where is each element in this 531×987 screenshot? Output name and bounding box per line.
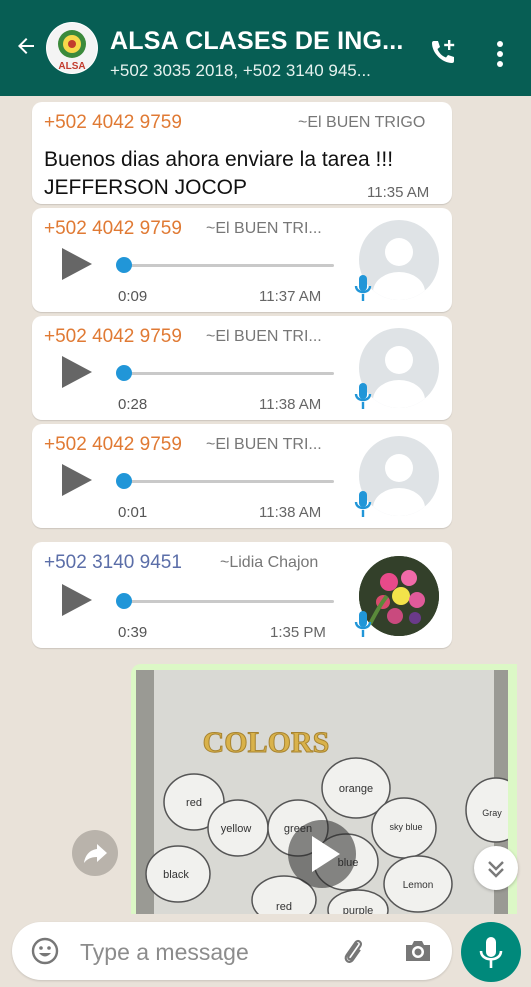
voice-record-button[interactable]	[461, 922, 521, 982]
voice-message[interactable]: +502 4042 9759 ~El BUEN TRI... 0:09 11:3…	[32, 208, 452, 312]
emoji-icon[interactable]	[30, 936, 60, 966]
mic-icon	[354, 275, 372, 301]
svg-text:sky blue: sky blue	[389, 822, 422, 832]
text-message[interactable]: +502 4042 9759 ~El BUEN TRIGO Buenos dia…	[32, 102, 452, 204]
video-thumbnail[interactable]: COLORS red yellow green orange sky blue	[136, 670, 508, 914]
sender-number[interactable]: +502 4042 9759	[44, 218, 182, 240]
svg-text:yellow: yellow	[221, 823, 252, 835]
chat-header: ALSA ALSA CLASES DE ING... +502 3035 201…	[0, 0, 531, 96]
play-icon[interactable]	[62, 464, 92, 496]
play-icon[interactable]	[62, 356, 92, 388]
message-time: 1:35 PM	[270, 624, 326, 641]
back-arrow-icon[interactable]	[14, 34, 38, 58]
voice-progress-knob[interactable]	[116, 593, 132, 609]
mic-icon	[354, 611, 372, 637]
mic-icon	[479, 937, 503, 968]
avatar-logo-text: ALSA	[58, 61, 85, 72]
svg-text:Gray: Gray	[482, 808, 502, 818]
message-text: Buenos dias ahora enviare la tarea !!! J…	[44, 148, 394, 199]
sender-number[interactable]: +502 3140 9451	[44, 552, 182, 574]
forward-icon[interactable]	[72, 830, 118, 876]
mic-icon	[354, 383, 372, 409]
chat-title[interactable]: ALSA CLASES DE ING...	[110, 27, 404, 56]
sender-number[interactable]: +502 4042 9759	[44, 112, 182, 134]
play-icon[interactable]	[62, 584, 92, 616]
sender-alias: ~El BUEN TRIGO	[298, 114, 426, 131]
svg-text:Lemon: Lemon	[403, 880, 434, 891]
sender-number[interactable]: +502 4042 9759	[44, 326, 182, 348]
sender-alias: ~Lidia Chajon	[220, 554, 319, 571]
voice-message[interactable]: +502 4042 9759 ~El BUEN TRI... 0:28 11:3…	[32, 316, 452, 420]
sender-alias: ~El BUEN TRI...	[206, 436, 322, 453]
sender-alias: ~El BUEN TRI...	[206, 328, 322, 345]
attach-icon[interactable]	[338, 936, 368, 966]
sender-number[interactable]: +502 4042 9759	[44, 434, 182, 456]
chat-area[interactable]: +502 4042 9759 ~El BUEN TRIGO Buenos dia…	[0, 96, 531, 914]
voice-message[interactable]: +502 4042 9759 ~El BUEN TRI... 0:01 11:3…	[32, 424, 452, 528]
play-icon[interactable]	[62, 248, 92, 280]
sender-alias: ~El BUEN TRI...	[206, 220, 322, 237]
message-time: 11:38 AM	[259, 504, 322, 521]
svg-text:black: black	[163, 869, 189, 881]
voice-duration: 0:39	[118, 624, 148, 641]
voice-duration: 0:28	[118, 396, 148, 413]
mic-icon	[354, 491, 372, 517]
voice-message[interactable]: +502 3140 9451 ~Lidia Chajon 0:39 1:35 P…	[32, 542, 452, 648]
voice-duration: 0:09	[118, 288, 148, 305]
voice-progress-knob[interactable]	[116, 473, 132, 489]
more-options-icon[interactable]	[495, 40, 505, 68]
message-time: 11:37 AM	[259, 288, 322, 305]
add-call-icon[interactable]	[428, 37, 458, 67]
message-time: 11:38 AM	[259, 396, 322, 413]
voice-progress-track[interactable]	[122, 600, 334, 603]
svg-text:orange: orange	[339, 783, 373, 795]
voice-progress-track[interactable]	[122, 264, 334, 267]
voice-progress-knob[interactable]	[116, 257, 132, 273]
svg-text:red: red	[276, 901, 292, 913]
group-avatar[interactable]: ALSA	[46, 22, 98, 74]
camera-icon[interactable]	[402, 935, 434, 967]
svg-text:purple: purple	[343, 905, 374, 914]
voice-duration: 0:01	[118, 504, 148, 521]
photo-title: COLORS	[203, 726, 330, 759]
message-time: 11:35 AM	[367, 184, 430, 201]
svg-text:red: red	[186, 797, 202, 809]
message-input[interactable]	[78, 934, 312, 970]
voice-progress-knob[interactable]	[116, 365, 132, 381]
scroll-down-icon[interactable]	[474, 846, 518, 890]
voice-progress-track[interactable]	[122, 372, 334, 375]
chat-participants[interactable]: +502 3035 2018, +502 3140 945...	[110, 61, 371, 81]
voice-progress-track[interactable]	[122, 480, 334, 483]
message-composer	[12, 922, 452, 980]
